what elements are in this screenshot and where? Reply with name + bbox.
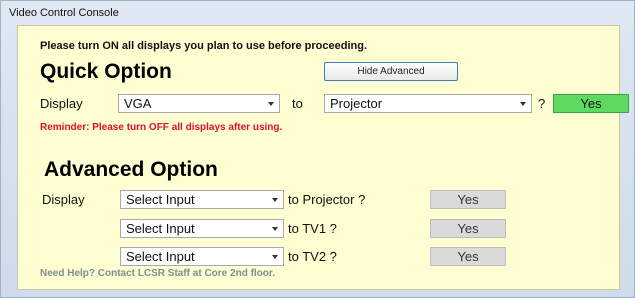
chevron-down-icon: [520, 102, 526, 106]
chevron-down-icon: [268, 102, 274, 106]
advanced-input-select-tv2[interactable]: Select Input: [120, 247, 284, 266]
advanced-input-value: Select Input: [126, 192, 195, 207]
advanced-input-value: Select Input: [126, 221, 195, 236]
advanced-input-select-projector[interactable]: Select Input: [120, 190, 284, 209]
advanced-input-select-tv1[interactable]: Select Input: [120, 219, 284, 238]
advanced-target-label-tv2: to TV2 ?: [288, 249, 337, 264]
quick-source-select[interactable]: VGA: [118, 94, 280, 113]
advanced-option-heading: Advanced Option: [44, 158, 218, 181]
quick-option-heading: Quick Option: [40, 60, 172, 83]
console-panel: Please turn ON all displays you plan to …: [17, 25, 629, 290]
advanced-target-label-projector: to Projector ?: [288, 192, 366, 207]
quick-to-label: to: [292, 96, 303, 111]
quick-target-select[interactable]: Projector: [324, 94, 532, 113]
advanced-target-label-tv1: to TV1 ?: [288, 221, 337, 236]
chevron-down-icon: [272, 255, 278, 259]
reminder-text: Reminder: Please turn OFF all displays a…: [40, 122, 283, 133]
notice-text: Please turn ON all displays you plan to …: [40, 40, 368, 52]
chevron-down-icon: [272, 227, 278, 231]
help-text: Need Help? Contact LCSR Staff at Core 2n…: [40, 268, 276, 279]
advanced-display-label: Display: [42, 192, 85, 207]
app-window: Video Control Console Please turn ON all…: [0, 0, 635, 298]
quick-source-value: VGA: [124, 96, 152, 111]
quick-display-label: Display: [40, 96, 83, 111]
chevron-down-icon: [272, 198, 278, 202]
advanced-yes-button-tv2[interactable]: Yes: [430, 247, 506, 266]
hide-advanced-button[interactable]: Hide Advanced: [324, 62, 458, 81]
quick-target-value: Projector: [330, 96, 383, 111]
advanced-input-value: Select Input: [126, 249, 195, 264]
advanced-yes-button-tv1[interactable]: Yes: [430, 219, 506, 238]
window-title: Video Control Console: [9, 7, 119, 19]
advanced-yes-button-projector[interactable]: Yes: [430, 190, 506, 209]
quick-yes-button[interactable]: Yes: [553, 94, 629, 113]
quick-question-mark: ?: [538, 96, 546, 111]
